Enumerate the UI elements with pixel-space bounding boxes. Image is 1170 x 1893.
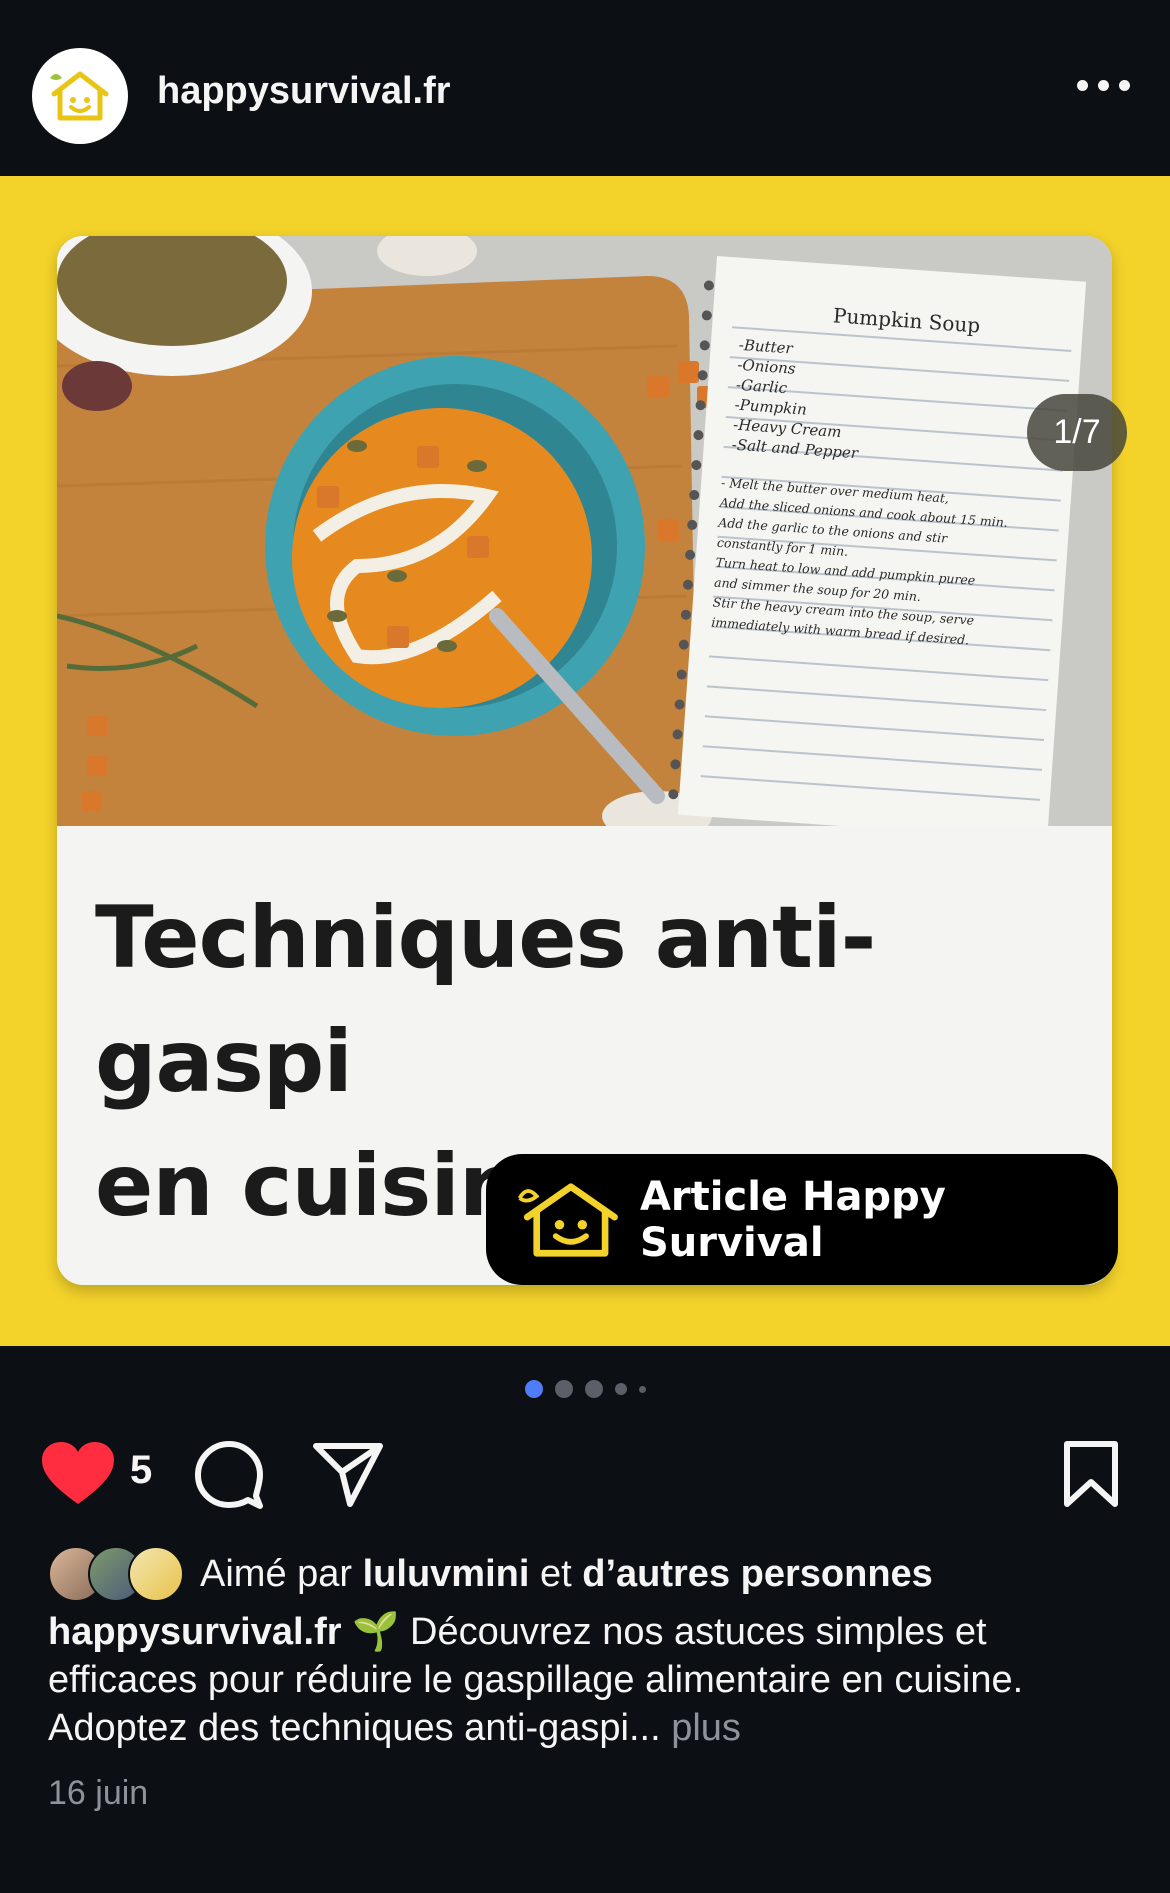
avatar [128, 1546, 184, 1602]
svg-text:-Garlic: -Garlic [735, 376, 788, 398]
carousel-counter: 1/7 [1027, 394, 1127, 471]
soup-photo: Pumpkin Soup -Butter -Onions -Garlic -Pu… [57, 236, 1112, 826]
comment-icon[interactable] [194, 1440, 264, 1510]
like-count[interactable]: 5 [130, 1448, 152, 1493]
bookmark-icon[interactable] [1062, 1440, 1120, 1508]
liker-avatars [48, 1546, 186, 1602]
header-username[interactable]: happysurvival.fr [157, 70, 451, 113]
liked-by-user[interactable]: luluvmini [363, 1553, 530, 1596]
badge-text: Article Happy Survival [639, 1173, 946, 1266]
profile-avatar[interactable] [32, 48, 128, 144]
liked-by-prefix: Aimé par [200, 1552, 353, 1595]
post-date: 16 juin [48, 1774, 149, 1812]
happy-house-logo-icon [50, 71, 109, 121]
post-caption: happysurvival.fr 🌱 Découvrez nos astuces… [48, 1608, 1128, 1752]
carousel-dot [584, 1380, 603, 1398]
post-media-carousel[interactable]: Pumpkin Soup -Butter -Onions -Garlic -Pu… [0, 176, 1170, 1346]
liked-by-others[interactable]: d’autres personnes [582, 1553, 933, 1596]
send-icon[interactable] [312, 1440, 384, 1510]
caption-username[interactable]: happysurvival.fr [48, 1611, 342, 1653]
svg-text:-Butter: -Butter [738, 336, 794, 358]
carousel-indicator [0, 1380, 1170, 1398]
liked-by-row[interactable]: Aimé par luluvmini et d’autres personnes [48, 1546, 933, 1602]
heart-filled-icon[interactable] [40, 1440, 116, 1508]
happy-house-logo-icon [517, 1182, 618, 1257]
carousel-dot [638, 1385, 646, 1393]
article-badge: Article Happy Survival [486, 1154, 1118, 1285]
carousel-dot-active [524, 1380, 543, 1398]
carousel-dot [614, 1383, 627, 1395]
caption-more-link[interactable]: plus [671, 1707, 741, 1749]
more-options-icon[interactable] [1077, 80, 1130, 91]
post-header: happysurvival.fr [0, 0, 1170, 176]
liked-by-middle: et [539, 1552, 572, 1595]
post-actions: 5 [0, 1430, 1170, 1520]
post-card: Pumpkin Soup -Butter -Onions -Garlic -Pu… [57, 236, 1112, 1285]
carousel-dot [554, 1380, 573, 1398]
card-title-line-1: Techniques anti-gaspi [95, 888, 876, 1112]
caption-emoji: 🌱 [352, 1611, 400, 1653]
